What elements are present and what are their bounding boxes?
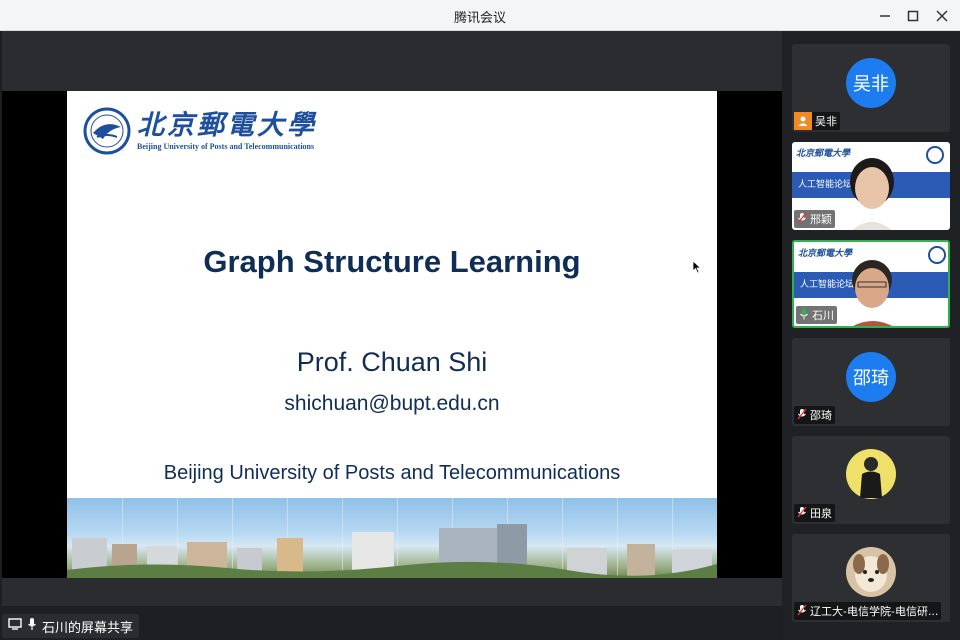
mic-muted-icon [797,506,807,521]
participant-name-tag: 辽工大-电信学院-电信研... [794,602,942,620]
participant-name-tag: 石川 [796,306,837,324]
participant-name: 吴非 [815,115,837,128]
avatar: 吴非 [846,58,896,108]
window-titlebar: 腾讯会议 [0,0,960,31]
maximize-icon[interactable] [902,6,924,26]
minimize-icon[interactable] [874,6,896,26]
participant-tile[interactable]: 吴非 吴非 [792,44,950,132]
avatar: 邵琦 [846,352,896,402]
university-logo: 北京郵電大學 Beijing University of Posts and T… [83,105,317,157]
screen-share-icon [8,618,22,634]
mic-muted-icon [797,604,807,619]
person-icon [794,112,812,130]
campus-photo [67,498,717,578]
mouse-cursor-icon [692,259,702,278]
share-label: 石川的屏幕共享 [42,620,134,636]
participant-name: 石川 [812,309,834,322]
presentation-slide: 北京郵電大學 Beijing University of Posts and T… [67,91,717,578]
participant-panel: 吴非 吴非 北京郵電大學 人工智能论坛 邢颖 北京郵電大學 人工智能论坛 石川 … [782,31,960,640]
shared-screen-area[interactable]: 北京郵電大學 Beijing University of Posts and T… [2,31,782,606]
participant-name-tag: 田泉 [794,504,835,522]
participant-tile[interactable]: 田泉 [792,436,950,524]
participant-tile[interactable]: 北京郵電大學 人工智能论坛 邢颖 [792,142,950,230]
slide-title: Graph Structure Learning [203,244,581,279]
participant-name: 邢颖 [810,213,832,226]
participant-name-tag: 邵琦 [794,406,835,424]
slide-author: Prof. Chuan Shi [296,347,488,377]
logo-english-text: Beijing University of Posts and Telecomm… [137,141,315,151]
participant-name: 田泉 [810,507,832,520]
participant-name-tag: 邢颖 [794,210,835,228]
participant-name-tag: 吴非 [794,112,840,130]
university-emblem-icon [83,107,131,155]
microphone-icon [27,617,37,635]
mic-active-icon [799,308,809,323]
mic-muted-icon [797,408,807,423]
slide-university: Beijing University of Posts and Telecomm… [163,462,621,484]
participant-name: 邵琦 [810,409,832,422]
close-icon[interactable] [931,6,953,26]
mic-muted-icon [797,212,807,227]
slide-email: shichuan@bupt.edu.cn [284,392,500,415]
participant-tile[interactable]: 辽工大-电信学院-电信研... [792,534,950,622]
logo-chinese-text: 北京郵電大學 [137,109,317,141]
screen-share-indicator[interactable]: 石川的屏幕共享 [2,614,140,638]
window-title: 腾讯会议 [453,11,506,26]
participant-name: 辽工大-电信学院-电信研... [810,605,939,618]
participant-tile[interactable]: 邵琦 邵琦 [792,338,950,426]
participant-tile-active-speaker[interactable]: 北京郵電大學 人工智能论坛 石川 [792,240,950,328]
